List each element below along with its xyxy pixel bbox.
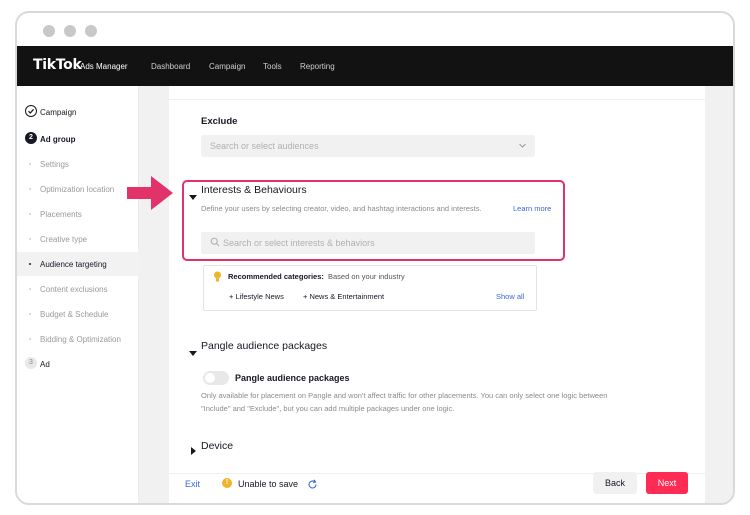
step-number-badge: 2 [25, 132, 37, 144]
interests-search-input[interactable]: Search or select interests & behaviors [201, 232, 535, 254]
interests-description: Define your users by selecting creator, … [201, 204, 482, 213]
sidebar-item-placements[interactable]: Placements [17, 202, 139, 226]
sidebar-step-label: Ad [40, 360, 50, 369]
lightbulb-icon [213, 270, 222, 288]
pangle-section-title[interactable]: Pangle audience packages [201, 340, 327, 352]
ads-manager-label: : Ads Manager [76, 62, 128, 71]
interests-title[interactable]: Interests & Behaviours [201, 184, 307, 196]
back-button[interactable]: Back [593, 472, 637, 494]
interests-search-placeholder: Search or select interests & behaviors [223, 238, 375, 248]
recommended-subheading: Based on your industry [328, 272, 405, 281]
window-minimize-dot[interactable] [64, 25, 76, 37]
previous-section-edge [169, 86, 705, 100]
search-icon [210, 237, 220, 249]
next-button[interactable]: Next [646, 472, 688, 494]
check-icon [25, 105, 37, 117]
caret-right-icon[interactable] [191, 442, 197, 460]
sidebar-item-bidding-optimization[interactable]: Bidding & Optimization [17, 327, 139, 351]
pangle-toggle-label: Pangle audience packages [235, 373, 350, 383]
sidebar-item-settings[interactable]: Settings [17, 152, 139, 176]
bullet-icon [29, 288, 31, 290]
sidebar-step-label: Ad group [40, 135, 76, 144]
chip-news-entertainment[interactable]: + News & Entertainment [303, 292, 384, 301]
exclude-audience-select[interactable]: Search or select audiences [201, 135, 535, 157]
chevron-down-icon [518, 141, 527, 152]
chip-label: News & Entertainment [309, 292, 385, 301]
sidebar-item-creative-type[interactable]: Creative type [17, 227, 139, 251]
pangle-description-line1: Only available for placement on Pangle a… [201, 391, 608, 400]
exclude-placeholder: Search or select audiences [210, 141, 319, 151]
sidebar-step-ad[interactable]: 3 Ad [17, 352, 139, 376]
sidebar-item-label: Budget & Schedule [40, 310, 109, 319]
sidebar-item-content-exclusions[interactable]: Content exclusions [17, 277, 139, 301]
nav-tools[interactable]: Tools [263, 62, 282, 71]
sidebar-step-label: Campaign [40, 108, 77, 117]
window-titlebar [17, 13, 733, 46]
chip-label: Lifestyle News [235, 292, 284, 301]
bullet-icon [29, 338, 31, 340]
nav-dashboard[interactable]: Dashboard [151, 62, 190, 71]
exclude-label: Exclude [201, 116, 238, 127]
nav-reporting[interactable]: Reporting [300, 62, 335, 71]
warning-icon: ! [222, 478, 232, 488]
browser-window: TikTok : Ads Manager Dashboard Campaign … [15, 11, 735, 505]
sidebar-item-label: Audience targeting [40, 260, 107, 269]
pointer-arrow-icon [127, 176, 173, 210]
refresh-icon[interactable] [307, 477, 318, 495]
exit-link[interactable]: Exit [185, 479, 200, 489]
bullet-icon [29, 313, 31, 315]
chip-lifestyle-news[interactable]: + Lifestyle News [229, 292, 284, 301]
nav-campaign[interactable]: Campaign [209, 62, 245, 71]
learn-more-link[interactable]: Learn more [513, 204, 551, 213]
tiktok-logo[interactable]: TikTok [33, 57, 82, 73]
sidebar-step-campaign[interactable]: Campaign [17, 100, 139, 124]
sidebar-item-label: Optimization location [40, 185, 115, 194]
sidebar-item-label: Placements [40, 210, 82, 219]
save-status-text: Unable to save [238, 479, 299, 489]
bullet-icon [29, 188, 31, 190]
step-number-badge: 3 [25, 357, 37, 369]
window-close-dot[interactable] [43, 25, 55, 37]
top-navigation-bar: TikTok : Ads Manager Dashboard Campaign … [17, 46, 733, 86]
recommended-categories-card: Recommended categories: Based on your in… [203, 265, 537, 311]
bullet-icon [29, 213, 31, 215]
sidebar-item-label: Bidding & Optimization [40, 335, 121, 344]
sidebar-step-ad-group[interactable]: 2 Ad group [17, 127, 139, 151]
pangle-toggle[interactable] [203, 371, 229, 385]
window-maximize-dot[interactable] [85, 25, 97, 37]
sidebar-item-audience-targeting[interactable]: Audience targeting [17, 252, 139, 276]
pangle-description-line2: "Include" and "Exclude", but you can add… [201, 404, 455, 413]
sidebar-item-budget-schedule[interactable]: Budget & Schedule [17, 302, 139, 326]
sidebar-item-optimization-location[interactable]: Optimization location [17, 177, 139, 201]
step-sidebar: Campaign 2 Ad group Settings Optimizatio… [17, 86, 139, 503]
show-all-link[interactable]: Show all [496, 292, 524, 301]
recommended-heading: Recommended categories: [228, 272, 324, 281]
sidebar-item-label: Creative type [40, 235, 88, 244]
bullet-icon [29, 163, 31, 165]
caret-down-icon[interactable] [189, 344, 197, 362]
sidebar-item-label: Content exclusions [40, 285, 108, 294]
bullet-icon [29, 263, 31, 265]
sidebar-item-label: Settings [40, 160, 69, 169]
caret-down-icon[interactable] [189, 188, 197, 206]
bullet-icon [29, 238, 31, 240]
device-section-title[interactable]: Device [201, 440, 233, 452]
